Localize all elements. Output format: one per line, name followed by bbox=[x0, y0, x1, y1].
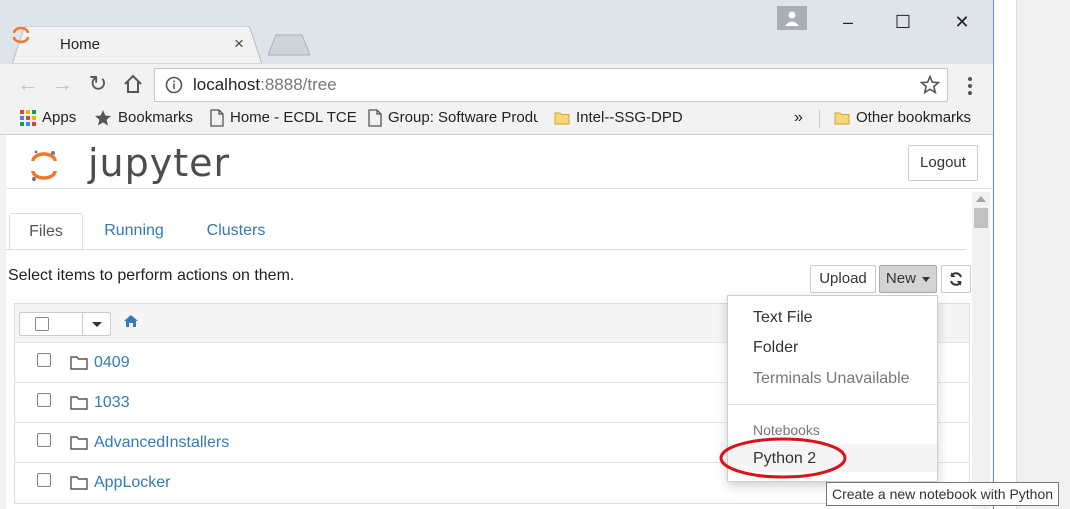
select-all-checkbox[interactable] bbox=[35, 317, 49, 331]
profile-icon[interactable] bbox=[777, 6, 807, 30]
scroll-thumb[interactable] bbox=[974, 208, 988, 228]
bookmark-other-label: Other bookmarks bbox=[856, 109, 972, 126]
refresh-icon bbox=[950, 272, 962, 286]
tab-title: Home bbox=[60, 36, 101, 53]
menu-header-notebooks: Notebooks bbox=[753, 422, 820, 438]
caret-down-icon[interactable] bbox=[92, 322, 102, 327]
logout-button[interactable]: Logout bbox=[908, 145, 978, 181]
menu-item-text-file[interactable]: Text File bbox=[753, 309, 813, 327]
apps-grid-icon bbox=[20, 110, 36, 127]
tab-close-icon[interactable]: × bbox=[234, 34, 244, 54]
tab-files[interactable]: Files bbox=[9, 213, 83, 251]
minimize-button[interactable]: – bbox=[828, 6, 868, 38]
desktop-gutter bbox=[994, 0, 1016, 509]
new-tab-button[interactable] bbox=[268, 34, 310, 56]
bookmark-apps-label: Apps bbox=[42, 109, 77, 126]
url-path: :8888/tree bbox=[260, 75, 337, 94]
page-icon bbox=[210, 109, 224, 127]
folder-icon bbox=[70, 356, 88, 370]
header-divider bbox=[6, 188, 992, 189]
menu-item-terminals: Terminals Unavailable bbox=[753, 370, 910, 387]
background-window bbox=[1016, 0, 1070, 509]
select-all-separator bbox=[82, 313, 83, 335]
reload-icon[interactable]: ↻ bbox=[86, 72, 110, 96]
home-icon[interactable] bbox=[123, 314, 139, 328]
close-window-button[interactable]: ✕ bbox=[942, 6, 982, 38]
bookmarks-bar: Apps Bookmarks Home - ECDL TCE Group: So… bbox=[0, 104, 993, 135]
tab-strip: Home × – ☐ ✕ bbox=[0, 0, 993, 64]
bookmark-apps[interactable]: Apps bbox=[20, 109, 77, 127]
page-icon bbox=[368, 109, 382, 127]
bookmark-other[interactable]: Other bookmarks bbox=[834, 109, 971, 126]
bookmark-intel-label: Intel--SSG-DPD bbox=[576, 109, 683, 126]
bookmark-group-software-label: Group: Software Produ bbox=[388, 109, 538, 126]
new-button-label: New bbox=[885, 270, 916, 287]
star-icon[interactable] bbox=[920, 75, 940, 95]
maximize-button[interactable]: ☐ bbox=[883, 6, 923, 38]
star-filled-icon bbox=[95, 110, 111, 126]
bookmark-home-ecdl[interactable]: Home - ECDL TCE bbox=[210, 109, 357, 127]
forward-arrow-icon[interactable]: → bbox=[50, 72, 74, 96]
bookmark-home-ecdl-label: Home - ECDL TCE bbox=[230, 109, 357, 126]
file-name-link[interactable]: 0409 bbox=[94, 354, 130, 372]
row-checkbox[interactable] bbox=[37, 433, 51, 447]
info-icon[interactable] bbox=[165, 76, 183, 94]
menu-divider bbox=[728, 404, 937, 405]
jupyter-logo-text: jupyter bbox=[88, 141, 231, 185]
file-name-link[interactable]: AdvancedInstallers bbox=[94, 434, 229, 452]
menu-kebab-icon[interactable] bbox=[962, 74, 978, 98]
bookmark-intel[interactable]: Intel--SSG-DPD bbox=[554, 109, 683, 126]
person-icon bbox=[785, 11, 799, 26]
folder-icon bbox=[70, 396, 88, 410]
browser-tab-home[interactable]: Home × bbox=[12, 26, 262, 64]
new-dropdown-button[interactable]: New bbox=[879, 265, 937, 293]
folder-icon bbox=[834, 112, 850, 125]
bookmark-bookmarks-label: Bookmarks bbox=[118, 109, 194, 126]
back-arrow-icon[interactable]: ← bbox=[16, 72, 40, 96]
row-checkbox[interactable] bbox=[37, 353, 51, 367]
file-name-link[interactable]: AppLocker bbox=[94, 474, 171, 492]
address-bar[interactable]: localhost:8888/tree bbox=[154, 68, 948, 102]
row-checkbox[interactable] bbox=[37, 393, 51, 407]
folder-icon bbox=[554, 112, 570, 125]
scroll-up-arrow-icon[interactable] bbox=[976, 196, 986, 202]
menu-item-folder[interactable]: Folder bbox=[753, 339, 798, 357]
caret-down-icon bbox=[922, 276, 931, 282]
row-checkbox[interactable] bbox=[37, 473, 51, 487]
bookmark-group-software[interactable]: Group: Software Produ bbox=[368, 109, 538, 127]
select-all-dropdown[interactable] bbox=[19, 312, 111, 336]
folder-icon bbox=[70, 436, 88, 450]
upload-button[interactable]: Upload bbox=[810, 265, 876, 293]
tooltip: Create a new notebook with Python bbox=[826, 482, 1060, 506]
jupyter-favicon-icon bbox=[12, 26, 30, 44]
highlight-ellipse bbox=[719, 437, 847, 479]
bookmark-bookmarks[interactable]: Bookmarks bbox=[94, 109, 193, 127]
scrollbar[interactable] bbox=[972, 192, 990, 509]
home-page-icon[interactable] bbox=[122, 74, 144, 94]
tab-shape bbox=[12, 26, 262, 64]
url-host: localhost bbox=[193, 75, 261, 94]
url-text: localhost:8888/tree bbox=[193, 75, 337, 95]
file-name-link[interactable]: 1033 bbox=[94, 394, 130, 412]
tab-running[interactable]: Running bbox=[94, 213, 174, 249]
jupyter-logo-icon bbox=[31, 150, 57, 181]
tab-clusters[interactable]: Clusters bbox=[196, 213, 276, 249]
folder-icon bbox=[70, 476, 88, 490]
tabs-divider bbox=[6, 249, 966, 250]
bookmarks-overflow-button[interactable]: » bbox=[794, 109, 803, 127]
bookmarks-divider bbox=[819, 110, 820, 128]
select-hint-text: Select items to perform actions on them. bbox=[8, 267, 295, 284]
refresh-button[interactable] bbox=[941, 265, 971, 293]
